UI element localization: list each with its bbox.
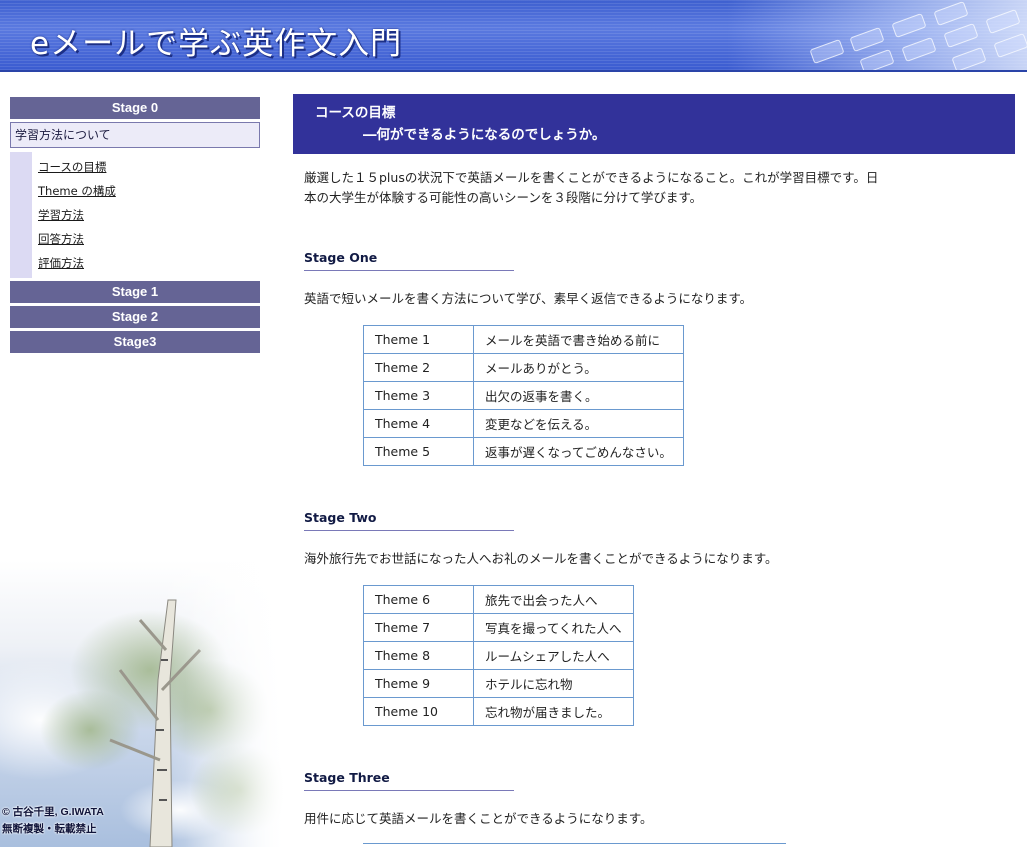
stage-two-theme-table: Theme 6 旅先で出会った人へ Theme 7 写真を撮ってくれた人へ Th… (363, 585, 634, 726)
theme-title: 旅先で出会った人へ (473, 585, 634, 614)
stage-one-description: 英語で短いメールを書く方法について学び、素早く返信できるようになります。 (304, 291, 753, 306)
page-title-bar: コースの目標 ―何ができるようになるのでしょうか。 (293, 94, 1015, 154)
table-row: Theme 9 ホテルに忘れ物 (363, 669, 634, 698)
copyright-restriction: 無断複製・転載禁止 (2, 823, 97, 835)
theme-title: 忘れ物が届きました。 (473, 697, 634, 726)
nav-stage-2[interactable]: Stage 2 (10, 306, 260, 328)
table-row: Theme 4 変更などを伝える。 (363, 409, 684, 438)
copyright-line: © 古谷千里, G.IWATA (2, 806, 104, 818)
site-title: eメールで学ぶ英作文入門 (30, 26, 403, 62)
nav-stage-3[interactable]: Stage3 (10, 331, 260, 353)
table-row: Theme 10 忘れ物が届きました。 (363, 697, 634, 726)
theme-number: Theme 5 (363, 437, 474, 466)
theme-number: Theme 4 (363, 409, 474, 438)
theme-title: メールありがとう。 (473, 353, 684, 382)
theme-title: 返事が遅くなってごめんなさい。 (473, 437, 684, 466)
nav-stage-1[interactable]: Stage 1 (10, 281, 260, 303)
intro-line-2: 本の大学生が体験する可能性の高いシーンを３段階に分けて学びます。 (304, 190, 703, 205)
sidebar-nav: Stage 0 学習方法について コースの目標 Theme の構成 学習方法 回… (10, 97, 260, 356)
nav-section-learning-method: 学習方法について (10, 122, 260, 148)
theme-number: Theme 2 (363, 353, 474, 382)
theme-number: Theme 1 (363, 325, 474, 354)
nav-link-course-goal[interactable]: コースの目標 (38, 155, 260, 179)
theme-number: Theme 3 (363, 381, 474, 410)
stage-two-heading: Stage Two (304, 510, 514, 531)
stage-one-theme-table: Theme 1 メールを英語で書き始める前に Theme 2 メールありがとう。… (363, 325, 684, 466)
theme-number: Theme 6 (363, 585, 474, 614)
intro-paragraph: 厳選した１５plusの状況下で英語メールを書くことができるようになること。これが… (304, 168, 1003, 208)
theme-number: Theme 7 (363, 613, 474, 642)
main-content: コースの目標 ―何ができるようになるのでしょうか。 厳選した１５plusの状況下… (293, 94, 1015, 848)
table-row: Theme 6 旅先で出会った人へ (363, 585, 634, 614)
theme-number: Theme 10 (363, 697, 474, 726)
keyboard-keys-graphic (801, 0, 1027, 70)
theme-title: 変更などを伝える。 (473, 409, 684, 438)
theme-title: 出欠の返事を書く。 (473, 381, 684, 410)
stage-three-heading: Stage Three (304, 770, 514, 791)
theme-title: ルームシェアした人へ (473, 641, 634, 670)
stage-three-description: 用件に応じて英語メールを書くことができるようになります。 (304, 811, 653, 826)
table-row: Theme 3 出欠の返事を書く。 (363, 381, 684, 410)
nav-link-evaluation-method[interactable]: 評価方法 (38, 251, 260, 275)
page-subtitle: ―何ができるようになるのでしょうか。 (363, 127, 606, 143)
nav-stage-0[interactable]: Stage 0 (10, 97, 260, 119)
theme-title: 写真を撮ってくれた人へ (473, 613, 634, 642)
site-header: eメールで学ぶ英作文入門 (0, 0, 1027, 72)
table-row: Theme 8 ルームシェアした人へ (363, 641, 634, 670)
nav-link-answer-method[interactable]: 回答方法 (38, 227, 260, 251)
table-row: Theme 7 写真を撮ってくれた人へ (363, 613, 634, 642)
theme-title: メールを英語で書き始める前に (473, 325, 684, 354)
table-row: Theme 2 メールありがとう。 (363, 353, 684, 382)
theme-number: Theme 9 (363, 669, 474, 698)
intro-line-1: 厳選した１５plusの状況下で英語メールを書くことができるようになること。これが… (304, 170, 879, 185)
stage-three-table-edge (363, 843, 786, 848)
sub-nav-list: コースの目標 Theme の構成 学習方法 回答方法 評価方法 (10, 152, 260, 278)
nav-link-learning-method[interactable]: 学習方法 (38, 203, 260, 227)
page-title: コースの目標 (315, 105, 396, 121)
nav-link-theme-structure[interactable]: Theme の構成 (38, 179, 260, 203)
table-row: Theme 1 メールを英語で書き始める前に (363, 325, 684, 354)
stage-two-description: 海外旅行先でお世話になった人へお礼のメールを書くことができるようになります。 (304, 551, 778, 566)
theme-number: Theme 8 (363, 641, 474, 670)
stage-one-heading: Stage One (304, 250, 514, 271)
table-row: Theme 5 返事が遅くなってごめんなさい。 (363, 437, 684, 466)
copyright-notice: © 古谷千里, G.IWATA 無断複製・転載禁止 (2, 804, 104, 838)
theme-title: ホテルに忘れ物 (473, 669, 634, 698)
